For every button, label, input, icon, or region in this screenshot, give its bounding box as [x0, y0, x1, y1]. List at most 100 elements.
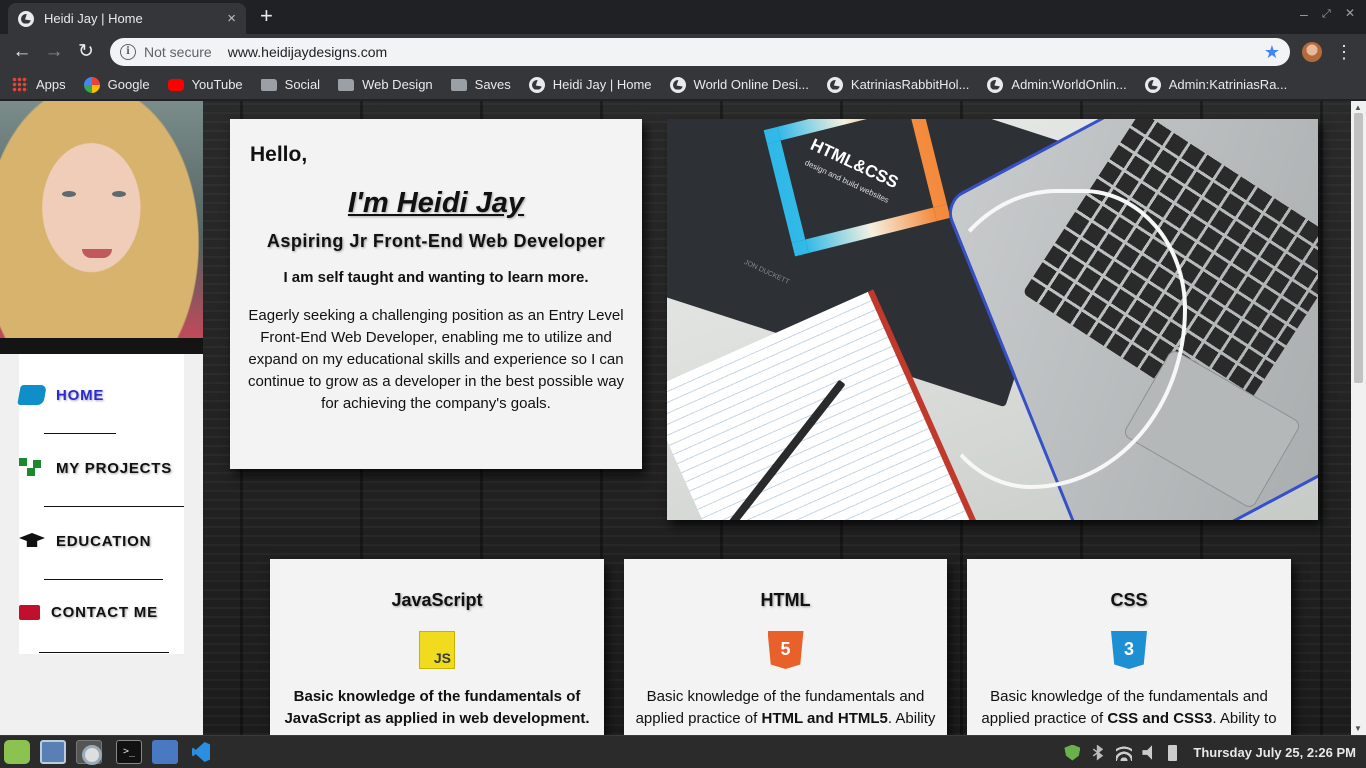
nav-divider [44, 433, 116, 434]
volume-icon[interactable] [1142, 745, 1153, 760]
skill-title: CSS [1110, 590, 1148, 610]
folder-icon [260, 78, 277, 91]
scroll-thumb[interactable] [1354, 113, 1363, 383]
html5-logo-icon: 5 [767, 631, 804, 669]
home-icon [17, 385, 47, 405]
nav-divider [44, 579, 163, 580]
bookmark-label: Apps [36, 77, 66, 92]
nav-item-education[interactable]: EDUCATION [19, 531, 151, 551]
window-close-icon[interactable]: ✕ [1345, 6, 1355, 20]
role-heading: Aspiring Jr Front-End Web Developer [266, 231, 606, 251]
bookmark-label: Social [284, 77, 321, 92]
photo-eye [112, 191, 126, 197]
css3-logo-icon: 3 [1111, 631, 1147, 669]
nav-label: HOME [56, 386, 105, 404]
close-tab-icon[interactable]: × [227, 10, 236, 27]
bookmark-label: YouTube [191, 77, 243, 92]
main-nav: HOME MY PROJECTS EDUCATION CONTACT ME [17, 354, 184, 654]
bookmark-google[interactable]: Google [83, 76, 150, 93]
bookmark-admin-world[interactable]: Admin:WorldOnlin... [987, 76, 1127, 93]
browser-toolbar: ← → ↻ i Not secure www.heidijaydesigns.c… [0, 34, 1366, 70]
bookmark-admin-katrinias[interactable]: Admin:KatriniasRa... [1144, 76, 1288, 93]
back-button[interactable]: ← [10, 40, 34, 64]
skill-text-part: . Ability [887, 710, 936, 727]
projects-icon [19, 458, 45, 478]
apps-icon [12, 76, 28, 93]
clock[interactable]: Thursday July 25, 2:26 PM [1193, 745, 1356, 760]
skill-description: Basic knowledge of the fundamentals and … [975, 686, 1283, 730]
bluetooth-icon[interactable] [1092, 744, 1104, 761]
terminal-icon[interactable]: >_ [116, 740, 142, 764]
photo-mouth [82, 249, 112, 258]
skill-text-bold: HTML and HTML5 [761, 710, 888, 727]
update-shield-icon[interactable] [1064, 744, 1081, 761]
forward-button[interactable]: → [42, 40, 66, 64]
bookmark-folder-saves[interactable]: Saves [450, 77, 511, 92]
bookmark-label: Admin:WorldOnlin... [1011, 77, 1127, 92]
minimize-icon[interactable]: – [1300, 6, 1308, 22]
graduation-cap-icon [19, 533, 45, 547]
nav-label: CONTACT ME [51, 604, 158, 621]
bookmark-katrinias[interactable]: KatriniasRabbitHol... [826, 76, 969, 93]
logo-text: 3 [1123, 639, 1134, 659]
scroll-up-icon[interactable]: ▲ [1354, 103, 1362, 112]
tab-title: Heidi Jay | Home [44, 11, 143, 26]
sidebar: HOME MY PROJECTS EDUCATION CONTACT ME [0, 101, 203, 735]
skill-card-javascript: JavaScript JS Basic knowledge of the fun… [270, 559, 604, 735]
bookmark-label: Web Design [362, 77, 433, 92]
wifi-icon[interactable] [1116, 744, 1133, 761]
bookmark-folder-social[interactable]: Social [260, 77, 321, 92]
bookmark-world-online[interactable]: World Online Desi... [669, 76, 809, 93]
os-taskbar: >_ Thursday July 25, 2:26 PM [0, 735, 1366, 768]
info-icon[interactable]: i [120, 44, 136, 60]
globe-icon [826, 76, 843, 93]
url-text[interactable]: www.heidijaydesigns.com [228, 44, 388, 60]
bookmark-folder-web-design[interactable]: Web Design [338, 77, 433, 92]
bookmark-star-icon[interactable]: ★ [1264, 42, 1280, 63]
page-scrollbar[interactable]: ▲ ▼ [1351, 101, 1366, 735]
vscode-icon[interactable] [188, 740, 214, 764]
globe-icon [987, 76, 1004, 93]
files-icon[interactable] [152, 740, 178, 764]
show-desktop-icon[interactable] [40, 740, 66, 764]
folder-icon [338, 78, 355, 91]
name-heading: I'm Heidi Jay [347, 187, 525, 219]
nav-item-my-projects[interactable]: MY PROJECTS [19, 458, 172, 478]
nav-divider [39, 652, 169, 653]
intro-card: Hello, I'm Heidi Jay Aspiring Jr Front-E… [230, 119, 642, 469]
google-icon [83, 76, 100, 93]
greeting: Hello, [250, 143, 308, 166]
bookmark-heidi-jay[interactable]: Heidi Jay | Home [528, 76, 652, 93]
bookmark-label: Google [107, 77, 150, 92]
skill-description: Basic knowledge of the fundamentals of J… [284, 688, 590, 727]
skill-text-bold: CSS and CSS3 [1107, 710, 1213, 727]
menu-launcher-icon[interactable] [4, 740, 30, 764]
page-viewport: HOME MY PROJECTS EDUCATION CONTACT ME He… [0, 101, 1351, 735]
bookmark-youtube[interactable]: YouTube [167, 77, 243, 92]
bookmark-apps[interactable]: Apps [12, 76, 66, 93]
reload-button[interactable]: ↻ [74, 40, 98, 64]
battery-icon[interactable] [1168, 744, 1178, 761]
scroll-down-icon[interactable]: ▼ [1354, 724, 1362, 733]
browser-menu-icon[interactable]: ⋮ [1335, 40, 1353, 64]
nav-item-contact-me[interactable]: CONTACT ME [19, 604, 158, 621]
chrome-taskbar-icon[interactable] [76, 740, 102, 765]
sidebar-divider [0, 338, 203, 354]
bookmark-label: Heidi Jay | Home [552, 77, 652, 92]
nav-label: MY PROJECTS [56, 459, 173, 477]
profile-photo [0, 101, 203, 338]
browser-tab[interactable]: Heidi Jay | Home × [8, 3, 246, 34]
maximize-icon[interactable]: ⤢ [1322, 8, 1331, 21]
new-tab-button[interactable]: + [260, 4, 273, 28]
browser-tab-strip: Heidi Jay | Home × + – ⤢ ✕ [0, 0, 1366, 34]
skill-card-html: HTML 5 Basic knowledge of the fundamenta… [624, 559, 947, 735]
address-bar[interactable]: i Not secure www.heidijaydesigns.com ★ [110, 38, 1290, 66]
bookmark-label: Admin:KatriniasRa... [1168, 77, 1288, 92]
skill-text-part: . Ability to [1212, 710, 1277, 727]
nav-item-home[interactable]: HOME [17, 385, 105, 405]
nav-divider [44, 506, 184, 507]
system-tray: Thursday July 25, 2:26 PM [1064, 736, 1356, 768]
profile-avatar[interactable] [1302, 42, 1322, 62]
hero-image: HTML&CSS design and build websites JON D… [667, 119, 1318, 520]
youtube-icon [167, 78, 184, 91]
